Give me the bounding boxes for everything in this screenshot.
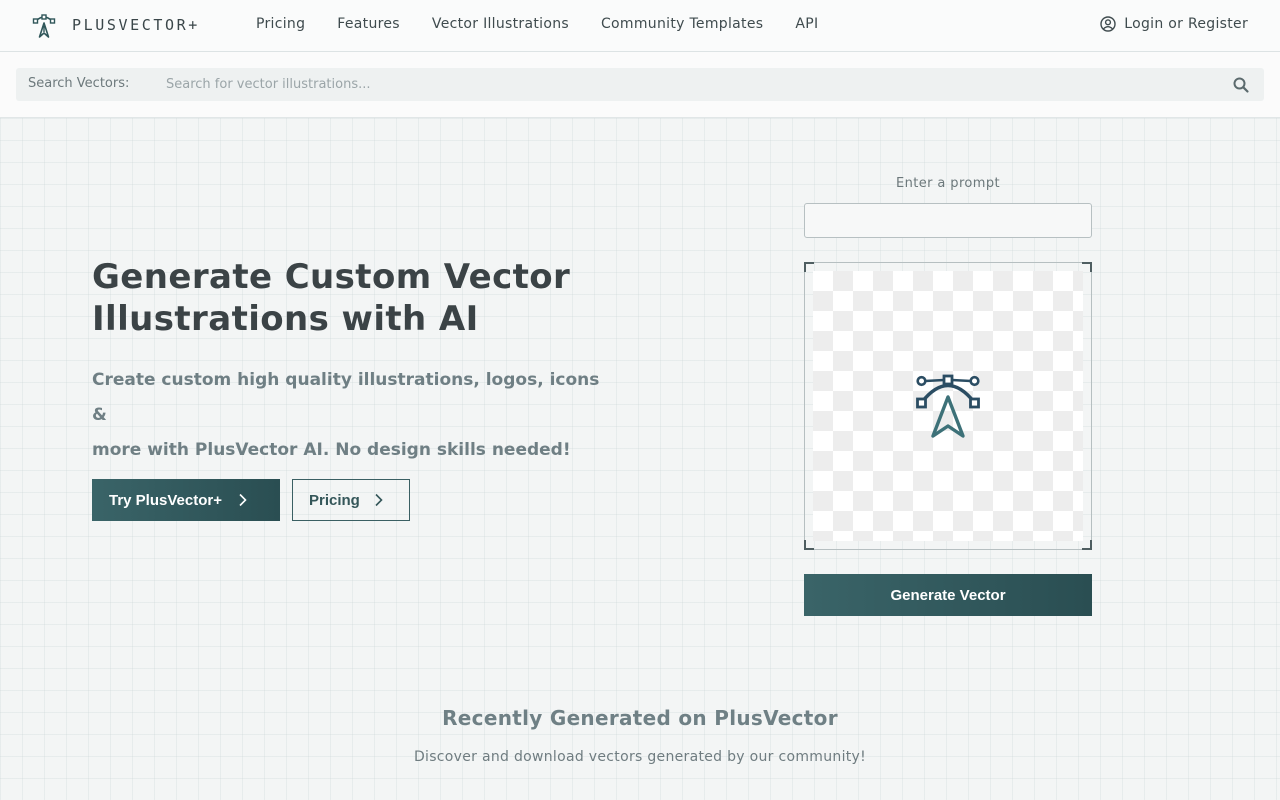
hero-subtitle-line-1: Create custom high quality illustrations… [92, 370, 600, 425]
nav-features[interactable]: Features [337, 16, 400, 32]
preview-canvas [813, 271, 1083, 541]
recent-section-title: Recently Generated on PlusVector [442, 706, 838, 730]
frame-corner [1082, 262, 1092, 272]
login-register-link[interactable]: Login or Register [1100, 16, 1248, 32]
recent-section-subtitle: Discover and download vectors generated … [413, 749, 867, 765]
generate-vector-button[interactable]: Generate Vector [804, 574, 1092, 616]
pen-tool-icon [916, 374, 980, 438]
chevron-right-icon [375, 493, 383, 507]
preview-frame [804, 262, 1092, 550]
login-label: Login or Register [1124, 16, 1248, 32]
search-input[interactable] [166, 72, 1216, 97]
pricing-button[interactable]: Pricing [292, 479, 410, 521]
search-icon[interactable] [1232, 76, 1250, 94]
nav-community-templates[interactable]: Community Templates [601, 16, 763, 32]
site-header: PLUSVECTOR+ Pricing Features Vector Illu… [0, 0, 1280, 52]
search-bar: Search Vectors: [16, 68, 1264, 101]
user-circle-icon [1100, 16, 1116, 32]
search-bar-section: Search Vectors: [0, 52, 1280, 118]
frame-corner [804, 540, 814, 550]
try-plusvector-label: Try PlusVector+ [109, 491, 222, 509]
nav-vector-illustrations[interactable]: Vector Illustrations [432, 16, 569, 32]
chevron-right-icon [239, 493, 247, 507]
prompt-input[interactable] [804, 203, 1092, 238]
hero-subtitle-line-2: more with PlusVector AI. No design skill… [92, 440, 571, 460]
main-nav: Pricing Features Vector Illustrations Co… [256, 16, 850, 32]
hero-title: Generate Custom Vector Illustrations wit… [92, 256, 652, 340]
hero-subtitle: Create custom high quality illustrations… [92, 363, 612, 468]
search-label: Search Vectors: [28, 76, 130, 91]
prompt-label: Enter a prompt [895, 176, 1000, 191]
pen-tool-icon[interactable] [30, 12, 58, 40]
hero-title-line-2: Illustrations with AI [92, 299, 479, 339]
nav-api[interactable]: API [795, 16, 818, 32]
hero-title-line-1: Generate Custom Vector [92, 257, 571, 297]
hero-section: Generate Custom Vector Illustrations wit… [0, 118, 1280, 800]
pricing-button-label: Pricing [309, 491, 360, 509]
try-plusvector-button[interactable]: Try PlusVector+ [92, 479, 280, 521]
nav-pricing[interactable]: Pricing [256, 16, 305, 32]
brand-name[interactable]: PLUSVECTOR+ [72, 16, 200, 34]
frame-corner [1082, 540, 1092, 550]
